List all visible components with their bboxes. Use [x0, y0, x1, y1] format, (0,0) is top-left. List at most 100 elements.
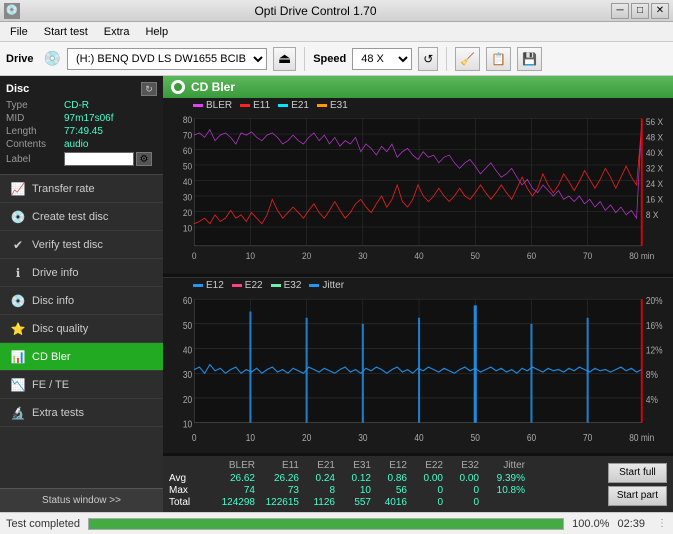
disc-type-value: CD-R	[64, 100, 89, 111]
svg-text:16 X: 16 X	[646, 194, 663, 204]
disc-contents-label: Contents	[6, 139, 64, 150]
drive-disc-icon: 💿	[44, 50, 61, 67]
svg-text:60: 60	[183, 146, 192, 156]
menubar: File Start test Extra Help	[0, 22, 673, 42]
svg-text:80 min: 80 min	[629, 251, 654, 261]
titlebar-left: 💿	[4, 3, 20, 19]
stats-total-e32: 0	[443, 497, 479, 508]
sidebar-item-fe-te[interactable]: 📉 FE / TE	[0, 371, 163, 399]
sidebar-item-drive-info[interactable]: ℹ Drive info	[0, 259, 163, 287]
status-window-button[interactable]: Status window >>	[0, 488, 163, 512]
titlebar-controls: ─ □ ✕	[611, 3, 669, 19]
sidebar-item-disc-info[interactable]: 💿 Disc info	[0, 287, 163, 315]
svg-text:30: 30	[358, 251, 367, 261]
e11-legend-label: E11	[253, 100, 270, 111]
svg-text:70: 70	[583, 432, 592, 443]
chart-icon	[171, 80, 185, 94]
sidebar-item-label: FE / TE	[32, 379, 69, 391]
maximize-button[interactable]: □	[631, 3, 649, 19]
upper-chart-svg: 80 70 60 50 40 30 20 10 56 X 48 X 40 X 3…	[163, 113, 673, 274]
svg-text:30: 30	[358, 432, 367, 443]
svg-text:50: 50	[183, 320, 192, 331]
elapsed-time: 02:39	[617, 518, 645, 530]
fe-te-icon: 📉	[10, 377, 26, 393]
resize-grip: ⋮	[657, 518, 667, 529]
svg-text:48 X: 48 X	[646, 132, 663, 142]
svg-text:50: 50	[183, 161, 192, 171]
sidebar-item-create-test-disc[interactable]: 💿 Create test disc	[0, 203, 163, 231]
svg-text:12%: 12%	[646, 344, 663, 355]
svg-text:60: 60	[527, 432, 536, 443]
e12-legend-label: E12	[206, 280, 224, 291]
sidebar-item-transfer-rate[interactable]: 📈 Transfer rate	[0, 175, 163, 203]
minimize-button[interactable]: ─	[611, 3, 629, 19]
drive-selector[interactable]: (H:) BENQ DVD LS DW1655 BCIB	[67, 48, 267, 70]
svg-text:56 X: 56 X	[646, 117, 663, 127]
stats-header-e22: E22	[407, 460, 443, 471]
stats-header-bler: BLER	[205, 460, 255, 471]
stats-total-e31: 557	[335, 497, 371, 508]
titlebar: 💿 Opti Drive Control 1.70 ─ □ ✕	[0, 0, 673, 22]
legend-e31: E31	[317, 100, 348, 111]
sidebar: Disc ↻ Type CD-R MID 97m17s06f Length 77…	[0, 76, 163, 512]
legend-bler: BLER	[193, 100, 232, 111]
svg-text:8 X: 8 X	[646, 210, 659, 220]
sidebar-item-disc-quality[interactable]: ⭐ Disc quality	[0, 315, 163, 343]
bler-legend-label: BLER	[206, 100, 232, 111]
copy-button[interactable]: 📋	[486, 47, 511, 71]
start-part-button[interactable]: Start part	[608, 486, 667, 506]
menu-help[interactable]: Help	[139, 24, 174, 40]
toolbar-separator-2	[446, 47, 447, 71]
sidebar-item-label: CD Bler	[32, 351, 71, 363]
eject-button[interactable]: ⏏	[273, 47, 296, 71]
menu-start-test[interactable]: Start test	[38, 24, 94, 40]
sidebar-item-label: Verify test disc	[32, 239, 103, 251]
svg-text:80 min: 80 min	[629, 432, 654, 443]
stats-header-row: BLER E11 E21 E31 E12 E22 E32 Jitter	[169, 460, 596, 471]
svg-text:20: 20	[183, 208, 192, 218]
statusbar: Test completed 100.0% 02:39 ⋮	[0, 512, 673, 534]
toolbar: Drive 💿 (H:) BENQ DVD LS DW1655 BCIB ⏏ S…	[0, 42, 673, 76]
start-full-button[interactable]: Start full	[608, 463, 667, 483]
save-button[interactable]: 💾	[517, 47, 542, 71]
sidebar-item-verify-test-disc[interactable]: ✔ Verify test disc	[0, 231, 163, 259]
app-icon: 💿	[4, 3, 20, 19]
svg-text:0: 0	[192, 432, 197, 443]
refresh-speed-button[interactable]: ↺	[418, 47, 438, 71]
speed-selector[interactable]: 48 X	[352, 48, 412, 70]
e31-legend-color	[317, 104, 327, 107]
disc-contents-row: Contents audio	[6, 139, 157, 150]
disc-title: Disc	[6, 83, 29, 95]
stats-avg-e11: 26.26	[255, 473, 299, 484]
svg-text:8%: 8%	[646, 369, 658, 380]
disc-quality-icon: ⭐	[10, 321, 26, 337]
stats-avg-e22: 0.00	[407, 473, 443, 484]
svg-text:50: 50	[471, 432, 480, 443]
svg-text:70: 70	[583, 251, 592, 261]
disc-mid-label: MID	[6, 113, 64, 124]
disc-type-row: Type CD-R	[6, 100, 157, 111]
stats-max-e12: 56	[371, 485, 407, 496]
stats-max-e11: 73	[255, 485, 299, 496]
menu-file[interactable]: File	[4, 24, 34, 40]
sidebar-item-label: Extra tests	[32, 407, 84, 419]
close-button[interactable]: ✕	[651, 3, 669, 19]
disc-label-button[interactable]: ⚙	[136, 152, 152, 166]
sidebar-item-extra-tests[interactable]: 🔬 Extra tests	[0, 399, 163, 427]
sidebar-item-cd-bler[interactable]: 📊 CD Bler	[0, 343, 163, 371]
svg-text:30: 30	[183, 369, 192, 380]
disc-label-input[interactable]	[64, 152, 134, 166]
svg-text:20: 20	[183, 394, 192, 405]
e11-legend-color	[240, 104, 250, 107]
legend-e21: E21	[278, 100, 309, 111]
e21-legend-color	[278, 104, 288, 107]
svg-text:40: 40	[414, 251, 423, 261]
stats-avg-bler: 26.62	[205, 473, 255, 484]
progress-bar	[89, 519, 563, 529]
clear-button[interactable]: 🧹	[455, 47, 480, 71]
disc-refresh-button[interactable]: ↻	[141, 82, 157, 96]
stats-avg-e12: 0.86	[371, 473, 407, 484]
menu-extra[interactable]: Extra	[98, 24, 136, 40]
svg-text:30: 30	[183, 192, 192, 202]
stats-avg-e32: 0.00	[443, 473, 479, 484]
